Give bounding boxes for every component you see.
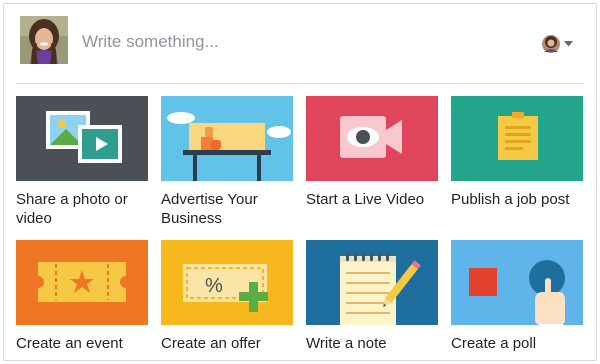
ticket-icon: [16, 240, 148, 325]
chevron-down-icon: [564, 41, 573, 47]
option-advertise-business[interactable]: Advertise Your Business: [161, 96, 293, 228]
option-label: Start a Live Video: [306, 191, 425, 208]
option-label: Create a poll: [451, 335, 537, 352]
poll-icon: [451, 240, 583, 325]
option-create-poll[interactable]: Create a poll: [451, 240, 583, 353]
audience-selector[interactable]: [540, 33, 578, 55]
live-video-icon: [306, 96, 438, 181]
option-label: Create an event: [16, 335, 123, 352]
option-label: Share a photo or video: [16, 191, 128, 227]
option-start-live-video[interactable]: Start a Live Video: [306, 96, 438, 209]
option-label: Write a note: [306, 335, 387, 352]
option-create-offer[interactable]: % Create an offer: [161, 240, 293, 353]
option-create-event[interactable]: Create an event: [16, 240, 148, 353]
sticky-note-icon: [451, 96, 583, 181]
composer-row: [16, 16, 584, 82]
post-composer-card: Share a photo or video Advertise Your Bu…: [3, 3, 597, 361]
option-label: Advertise Your Business: [161, 191, 258, 227]
photo-video-icon: [16, 96, 148, 181]
svg-text:%: %: [205, 275, 223, 297]
option-label: Publish a job post: [451, 191, 570, 208]
write-something-input[interactable]: [82, 28, 482, 56]
option-publish-job-post[interactable]: Publish a job post: [451, 96, 583, 209]
option-label: Create an offer: [161, 335, 261, 352]
option-write-note[interactable]: Write a note: [306, 240, 438, 353]
option-share-photo-video[interactable]: Share a photo or video: [16, 96, 148, 228]
storefront-icon: [161, 96, 293, 181]
page-avatar-icon: [542, 35, 560, 53]
divider: [16, 83, 584, 84]
coupon-icon: %: [161, 240, 293, 325]
user-avatar-photo: [20, 16, 68, 64]
user-avatar[interactable]: [20, 16, 68, 64]
notepad-pencil-icon: [306, 240, 438, 325]
